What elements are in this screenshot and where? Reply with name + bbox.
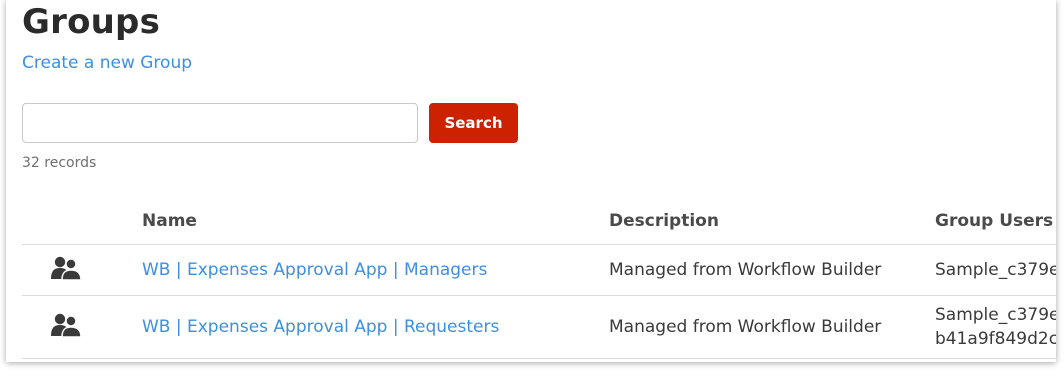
create-group-link[interactable]: Create a new Group: [22, 52, 192, 74]
icon-cell: [22, 244, 142, 296]
group-name-link[interactable]: WB | Expenses Approval App | Managers: [142, 260, 487, 280]
groups-table: Name Description Group Users WB | Expens…: [22, 198, 1056, 359]
group-users-cell: Sample_c379e: [935, 244, 1056, 296]
description-cell: Managed from Workflow Builder: [609, 295, 935, 359]
column-header-group-users[interactable]: Group Users: [935, 198, 1056, 245]
column-header-description[interactable]: Description: [609, 198, 935, 245]
search-input[interactable]: [22, 103, 418, 143]
records-count: 32 records: [22, 155, 97, 171]
group-name-link[interactable]: WB | Expenses Approval App | Requesters: [142, 317, 499, 337]
group-icon: [51, 313, 82, 338]
groups-panel: Groups Create a new Group Search 32 reco…: [6, 0, 1056, 362]
name-cell: WB | Expenses Approval App | Requesters: [142, 295, 609, 359]
table-row: WB | Expenses Approval App | Managers Ma…: [22, 244, 1056, 296]
search-button[interactable]: Search: [429, 103, 518, 143]
page-title: Groups: [22, 2, 161, 42]
description-cell: Managed from Workflow Builder: [609, 244, 935, 296]
column-header-icon: [22, 198, 142, 245]
group-user: Sample_c379e: [935, 260, 1056, 280]
group-user: b41a9f849d2c: [935, 329, 1056, 349]
table-row: WB | Expenses Approval App | Requesters …: [22, 295, 1056, 359]
group-icon: [51, 256, 82, 281]
table-header-row: Name Description Group Users: [22, 198, 1056, 245]
column-header-name[interactable]: Name: [142, 198, 609, 245]
group-user: Sample_c379e: [935, 305, 1056, 325]
group-users-cell: Sample_c379e b41a9f849d2c: [935, 295, 1056, 359]
name-cell: WB | Expenses Approval App | Managers: [142, 244, 609, 296]
icon-cell: [22, 295, 142, 359]
